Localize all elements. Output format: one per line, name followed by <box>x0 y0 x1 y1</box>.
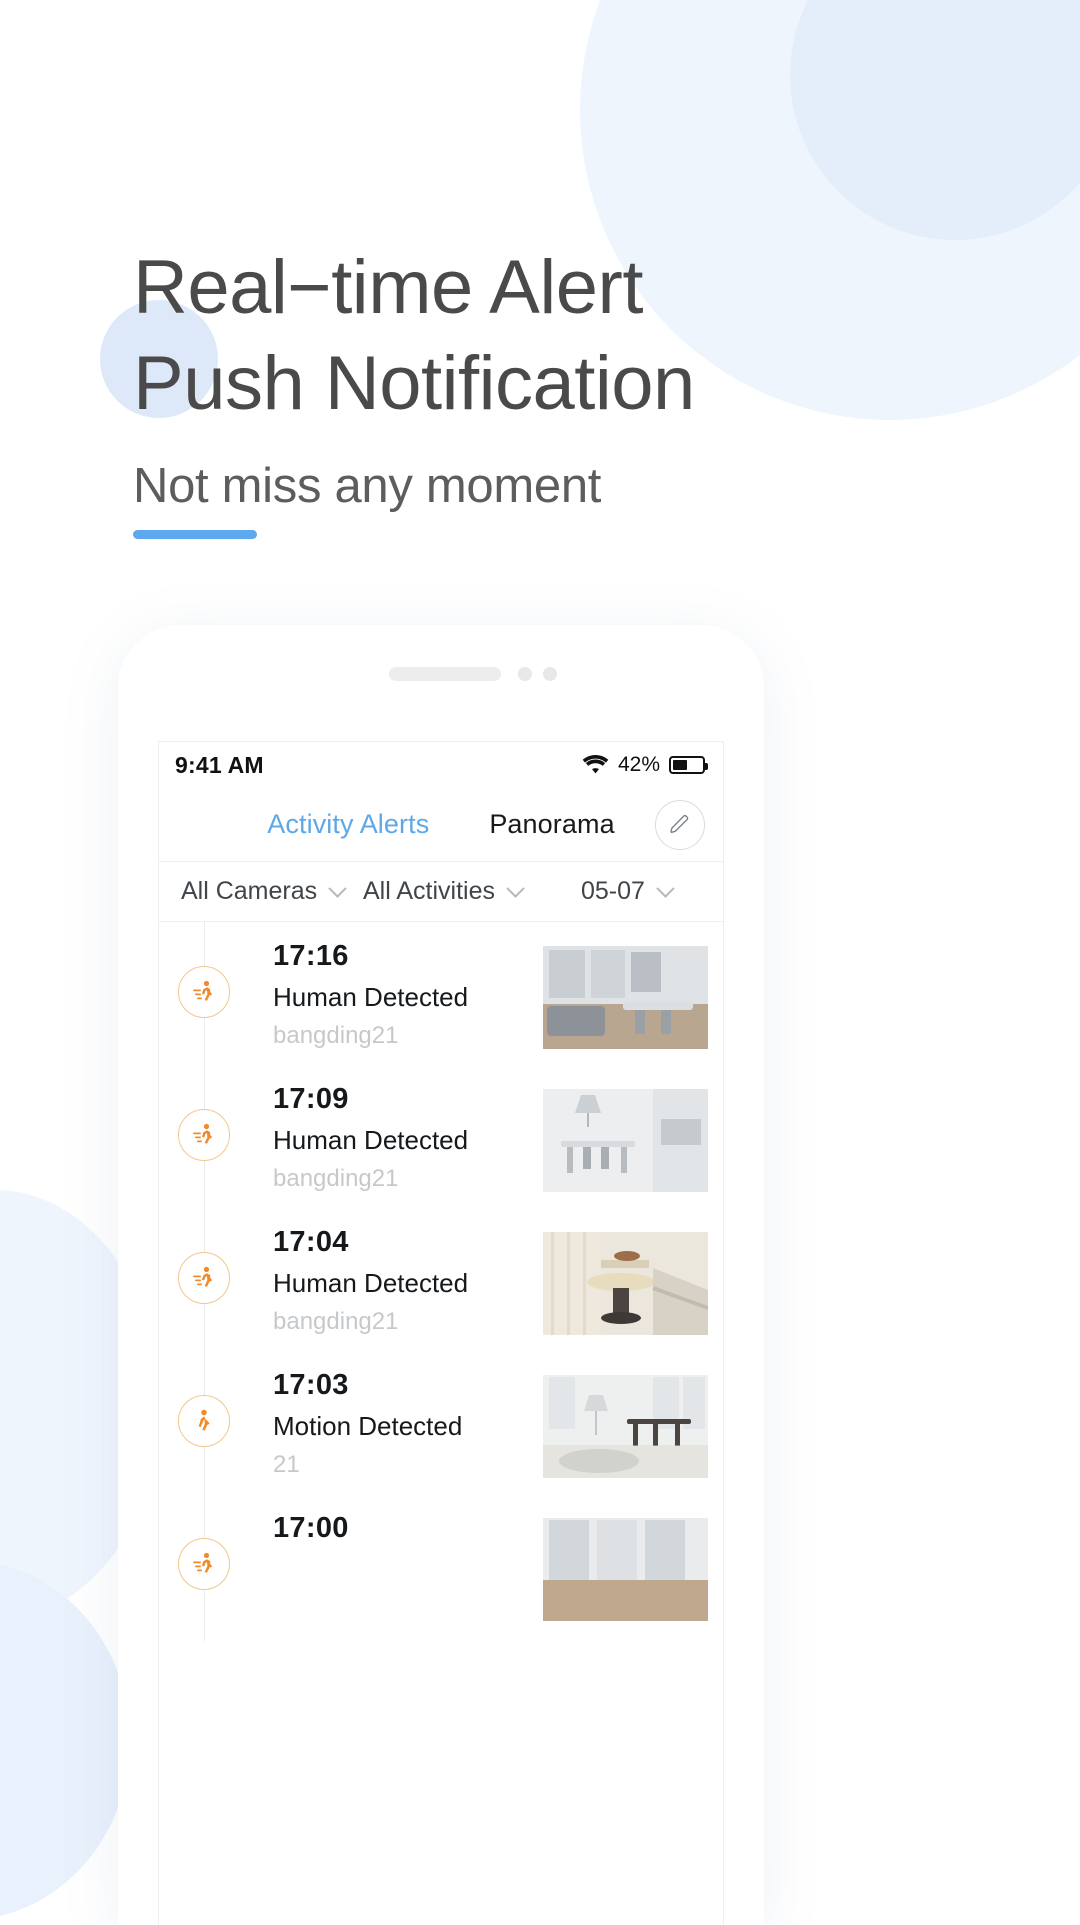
battery-percent-label: 42% <box>617 753 660 776</box>
activity-thumbnail[interactable] <box>543 1518 708 1621</box>
hero-section: Real−time Alert Push Notification Not mi… <box>133 240 695 539</box>
activity-time: 17:04 <box>273 1226 349 1258</box>
list-item[interactable]: 17:03 Motion Detected 21 <box>159 1355 723 1498</box>
filter-date-label: 05-07 <box>581 877 645 905</box>
list-item-text: 17:16 Human Detected bangding21 <box>273 926 468 1050</box>
human-detected-icon <box>178 1109 230 1161</box>
sensor-dot <box>518 667 532 681</box>
activity-time: 17:16 <box>273 940 349 972</box>
activity-device: bangding21 <box>273 1022 399 1049</box>
filter-all-cameras[interactable]: All Cameras <box>181 877 363 906</box>
status-time: 9:41 AM <box>175 751 264 778</box>
accent-underline <box>133 529 257 539</box>
activity-thumbnail[interactable] <box>543 946 708 1049</box>
list-item[interactable]: 17:09 Human Detected bangding21 <box>159 1069 723 1212</box>
activity-list[interactable]: 17:16 Human Detected bangding21 17:09 Hu… <box>159 922 723 1641</box>
activity-thumbnail[interactable] <box>543 1232 708 1335</box>
tab-bar: Activity Alerts Panorama <box>159 788 723 862</box>
front-camera-dot <box>543 667 557 681</box>
tab-panorama[interactable]: Panorama <box>489 809 614 840</box>
headline-line-2: Push Notification <box>133 340 695 426</box>
edit-button[interactable] <box>655 800 705 850</box>
motion-detected-icon <box>178 1395 230 1447</box>
activity-time: 17:03 <box>273 1369 349 1401</box>
battery-fill <box>673 760 687 770</box>
phone-top-bezel <box>118 625 764 741</box>
activity-time: 17:00 <box>273 1512 349 1544</box>
activity-title: Human Detected <box>273 982 469 1012</box>
phone-mockup: 9:41 AM 42% Activity Alerts Panorama All… <box>118 625 764 1925</box>
list-item[interactable]: 17:00 <box>159 1498 723 1641</box>
activity-thumbnail[interactable] <box>543 1375 708 1478</box>
activity-time: 17:09 <box>273 1083 349 1115</box>
filter-bar: All Cameras All Activities 05-07 <box>159 862 723 922</box>
chevron-down-icon <box>328 879 347 898</box>
chevron-down-icon <box>656 879 675 898</box>
activity-device: bangding21 <box>273 1308 399 1335</box>
phone-screen: 9:41 AM 42% Activity Alerts Panorama All… <box>158 741 724 1925</box>
filter-date[interactable]: 05-07 <box>549 877 713 906</box>
list-item-text: 17:09 Human Detected bangding21 <box>273 1069 468 1193</box>
chevron-down-icon <box>506 879 525 898</box>
filter-all-cameras-label: All Cameras <box>181 877 318 905</box>
activity-thumbnail[interactable] <box>543 1089 708 1192</box>
page-subtitle: Not miss any moment <box>133 458 602 513</box>
wifi-icon <box>582 755 609 774</box>
activity-device: 21 <box>273 1451 300 1478</box>
status-indicators: 42% <box>582 753 708 777</box>
human-detected-icon <box>178 1252 230 1304</box>
battery-icon <box>669 756 708 774</box>
list-item[interactable]: 17:04 Human Detected bangding21 <box>159 1212 723 1355</box>
list-item[interactable]: 17:16 Human Detected bangding21 <box>159 926 723 1069</box>
human-detected-icon <box>178 1538 230 1590</box>
filter-all-activities-label: All Activities <box>363 877 495 905</box>
list-item-text: 17:04 Human Detected bangding21 <box>273 1212 468 1336</box>
blob-bottom-left-2 <box>0 1560 130 1920</box>
page-title: Real−time Alert Push Notification <box>133 240 695 432</box>
activity-title: Motion Detected <box>273 1411 463 1441</box>
pencil-icon <box>670 814 689 833</box>
list-item-text: 17:03 Motion Detected 21 <box>273 1355 462 1479</box>
tab-activity-alerts[interactable]: Activity Alerts <box>267 809 429 840</box>
speaker-grille <box>389 667 501 681</box>
activity-device: bangding21 <box>273 1165 399 1192</box>
human-detected-icon <box>178 966 230 1018</box>
activity-title: Human Detected <box>273 1268 469 1298</box>
activity-title: Human Detected <box>273 1125 469 1155</box>
status-bar: 9:41 AM 42% <box>159 742 723 788</box>
headline-line-1: Real−time Alert <box>133 245 643 330</box>
list-item-text: 17:00 <box>273 1498 349 1554</box>
filter-all-activities[interactable]: All Activities <box>363 877 549 906</box>
